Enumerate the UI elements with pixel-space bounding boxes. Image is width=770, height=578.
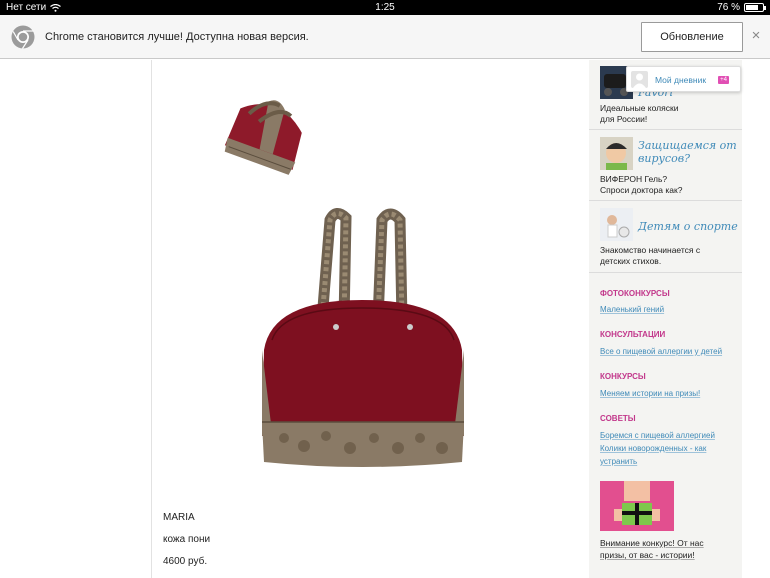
divider [589,200,742,201]
child-thumbnail[interactable] [600,137,633,170]
section-link[interactable]: Колики новорожденных - как [600,442,706,455]
battery-group: 76 % [717,0,766,15]
contest-link[interactable]: Внимание конкурс! От нас призы, от вас -… [600,537,735,561]
section-link[interactable]: Меняем истории на призы! [600,387,700,400]
promo-text: Знакомство начинается с [600,245,701,255]
status-bar: Нет сети 1:25 76 % [0,0,770,15]
battery-icon [744,3,766,12]
bag-photo-side[interactable] [193,80,333,190]
bag-photo-front[interactable] [232,200,492,480]
section-heading[interactable]: КОНСУЛЬТАЦИИ [600,330,665,339]
update-infobar: Chrome становится лучше! Доступна новая … [0,15,770,59]
divider [589,272,742,273]
promo-title[interactable]: вирусов? [638,152,690,165]
infobar-message: Chrome становится лучше! Доступна новая … [45,31,309,43]
notification-badge: +4 [718,76,729,84]
battery-percent: 76 % [717,2,740,13]
page-content: MARIA кожа пони 4600 руб. Favori Идеальн… [0,60,770,578]
promo-text: детских стихов. [600,256,662,266]
section-link[interactable]: Все о пищевой аллергии у детей [600,345,722,358]
divider [589,129,742,130]
diary-widget[interactable]: Мой дневник +4 [626,66,741,92]
user-avatar-icon [631,71,648,88]
contest-gift-image[interactable] [600,481,674,531]
section-link[interactable]: Боремся с пищевой аллергией [600,429,715,442]
promo-text: Спроси доктора как? [600,185,683,195]
promo-title[interactable]: Детям о спорте [638,220,738,233]
promo-sport[interactable]: Детям о спорте Знакомство начинается с д… [600,208,740,268]
clock: 1:25 [375,2,395,13]
contest-text-line[interactable]: призы, от вас - истории! [600,549,735,561]
promo-text: для России! [600,114,648,124]
promo-viferon[interactable]: Защищаемся от вирусов? ВИФЕРОН Гель? Спр… [600,137,740,197]
section-heading[interactable]: ФОТОКОНКУРСЫ [600,289,670,298]
close-icon[interactable]: × [749,27,763,44]
section-heading[interactable]: КОНКУРСЫ [600,372,646,381]
promo-title[interactable]: Защищаемся от [638,139,737,152]
content-divider [151,60,152,578]
section-link[interactable]: устранить [600,455,637,468]
promo-text: Идеальные коляски [600,103,679,113]
product-name: MARIA [163,512,195,523]
right-sidebar: Favori Идеальные коляски для России! Защ… [589,60,742,578]
chrome-logo-icon [11,25,35,49]
product-price: 4600 руб. [163,556,208,567]
section-heading[interactable]: СОВЕТЫ [600,414,636,423]
diary-label[interactable]: Мой дневник [655,75,706,85]
product-material: кожа пони [163,534,211,545]
section-link[interactable]: Маленький гений [600,303,664,316]
sport-thumbnail[interactable] [600,208,633,241]
promo-text: ВИФЕРОН Гель? [600,174,668,184]
contest-text-line[interactable]: Внимание конкурс! От нас [600,537,735,549]
update-button[interactable]: Обновление [641,22,743,52]
